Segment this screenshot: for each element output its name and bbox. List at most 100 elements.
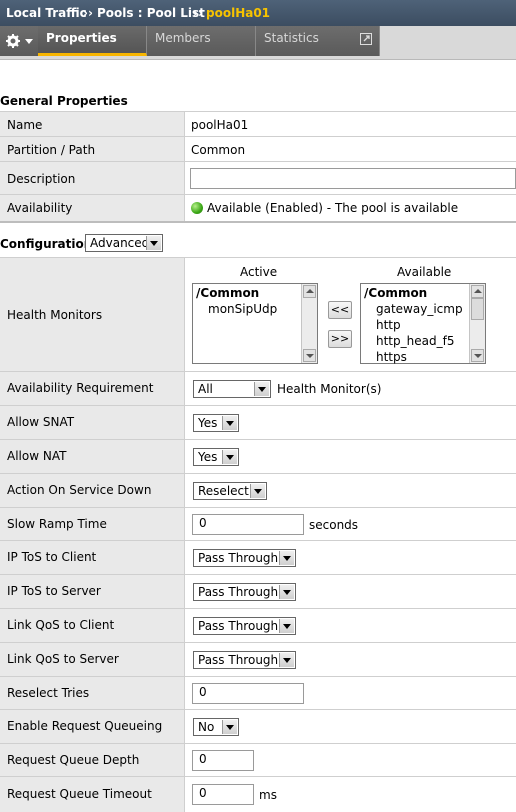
- health-monitors-label: Health Monitors: [7, 308, 103, 322]
- ip-tos-client-row: IP ToS to Client Pass Through: [0, 540, 516, 575]
- active-monitors-list[interactable]: /Common monSipUdp: [192, 283, 318, 364]
- list-item[interactable]: https: [376, 350, 407, 364]
- ip-tos-server-row: IP ToS to Server Pass Through: [0, 574, 516, 609]
- request-queue-depth-input[interactable]: 0: [192, 750, 254, 771]
- chevron-down-icon: [222, 450, 237, 464]
- ip-tos-server-select[interactable]: Pass Through: [193, 583, 296, 601]
- configuration-mode-value: Advanced: [90, 236, 150, 250]
- breadcrumb-current-pool: poolHa01: [206, 6, 271, 20]
- request-queue-timeout-label: Request Queue Timeout: [7, 787, 152, 801]
- move-left-button[interactable]: <<: [328, 301, 352, 319]
- scroll-down-icon[interactable]: [303, 349, 316, 362]
- ip-tos-client-select[interactable]: Pass Through: [193, 549, 296, 567]
- available-monitors-list[interactable]: /Common gateway_icmp http http_head_f5 h…: [360, 283, 486, 364]
- chevron-down-icon: [222, 720, 237, 734]
- allow-snat-select[interactable]: Yes: [193, 414, 239, 432]
- breadcrumb-separator: ››: [193, 6, 203, 20]
- allow-snat-value: Yes: [198, 416, 218, 430]
- health-monitors-suffix: Health Monitor(s): [277, 382, 382, 396]
- scroll-up-icon[interactable]: [303, 285, 316, 298]
- scrollbar[interactable]: [301, 284, 317, 363]
- chevron-down-icon: [279, 653, 294, 667]
- chevron-down-icon: [279, 585, 294, 599]
- description-row: Description: [0, 161, 516, 195]
- availability-row: Availability Available (Enabled) - The p…: [0, 194, 516, 223]
- available-monitors-header: Available: [397, 265, 452, 279]
- breadcrumb-local-traffic[interactable]: Local Traffic: [6, 6, 87, 20]
- pool-name-value: poolHa01: [191, 118, 249, 132]
- link-qos-client-row: Link QoS to Client Pass Through: [0, 608, 516, 643]
- availability-requirement-value: All: [198, 382, 213, 396]
- description-label: Description: [7, 172, 76, 186]
- chevron-down-icon: [222, 416, 237, 430]
- scrollbar[interactable]: [469, 284, 485, 363]
- tab-properties-label: Properties: [46, 31, 117, 45]
- list-item[interactable]: gateway_icmp: [376, 302, 463, 316]
- action-on-service-down-row: Action On Service Down Reselect: [0, 473, 516, 508]
- partition-label: Partition / Path: [7, 143, 96, 157]
- chevron-down-icon: [146, 236, 161, 250]
- gear-icon: [6, 34, 20, 48]
- slow-ramp-time-row: Slow Ramp Time 0 seconds: [0, 507, 516, 541]
- tab-statistics-label: Statistics: [264, 31, 319, 45]
- ip-tos-client-value: Pass Through: [198, 551, 279, 565]
- move-right-button[interactable]: >>: [328, 330, 352, 348]
- reselect-tries-label: Reselect Tries: [7, 686, 90, 700]
- availability-requirement-select[interactable]: All: [193, 380, 271, 398]
- tab-members[interactable]: Members: [147, 26, 256, 56]
- scroll-down-icon[interactable]: [471, 349, 484, 362]
- configuration-mode-select[interactable]: Advanced: [85, 234, 163, 252]
- request-queue-timeout-input[interactable]: 0: [192, 784, 254, 805]
- list-item[interactable]: /Common: [364, 286, 427, 300]
- name-row: Name poolHa01: [0, 111, 516, 137]
- enable-request-queueing-label: Enable Request Queueing: [7, 719, 163, 733]
- tab-statistics[interactable]: Statistics: [256, 26, 380, 56]
- allow-nat-label: Allow NAT: [7, 449, 67, 463]
- reselect-tries-input[interactable]: 0: [192, 683, 304, 704]
- ip-tos-server-label: IP ToS to Server: [7, 584, 101, 598]
- request-queue-depth-label: Request Queue Depth: [7, 753, 140, 767]
- link-qos-client-label: Link QoS to Client: [7, 618, 115, 632]
- list-item[interactable]: monSipUdp: [208, 302, 277, 316]
- action-on-service-down-label: Action On Service Down: [7, 483, 152, 497]
- availability-requirement-row: Availability Requirement All Health Moni…: [0, 371, 516, 406]
- popout-icon[interactable]: [360, 33, 372, 45]
- allow-snat-row: Allow SNAT Yes: [0, 405, 516, 440]
- tab-members-label: Members: [155, 31, 211, 45]
- link-qos-client-select[interactable]: Pass Through: [193, 617, 296, 635]
- gear-menu-button[interactable]: [0, 26, 39, 56]
- chevron-down-icon: [279, 551, 294, 565]
- chevron-down-icon: [25, 39, 33, 44]
- health-monitors-row: Health Monitors Active Available /Common…: [0, 257, 516, 372]
- request-queue-depth-row: Request Queue Depth 0: [0, 743, 516, 777]
- list-item[interactable]: http_head_f5: [376, 334, 454, 348]
- link-qos-server-select[interactable]: Pass Through: [193, 651, 296, 669]
- action-on-service-down-select[interactable]: Reselect: [193, 482, 267, 500]
- link-qos-server-row: Link QoS to Server Pass Through: [0, 642, 516, 677]
- breadcrumb-separator: ››: [83, 6, 93, 20]
- tab-properties[interactable]: Properties: [38, 26, 147, 56]
- ms-suffix: ms: [259, 788, 277, 802]
- enable-request-queueing-select[interactable]: No: [193, 718, 239, 736]
- ip-tos-server-value: Pass Through: [198, 585, 279, 599]
- allow-nat-row: Allow NAT Yes: [0, 439, 516, 474]
- action-on-service-down-value: Reselect: [198, 484, 249, 498]
- request-queue-timeout-row: Request Queue Timeout 0 ms: [0, 776, 516, 812]
- list-item[interactable]: http: [376, 318, 401, 332]
- breadcrumb-pool-list[interactable]: Pools : Pool List: [97, 6, 205, 20]
- seconds-suffix: seconds: [309, 518, 359, 532]
- scroll-up-icon[interactable]: [471, 285, 484, 298]
- link-qos-client-value: Pass Through: [198, 619, 279, 633]
- allow-nat-select[interactable]: Yes: [193, 448, 239, 466]
- general-properties-heading: General Properties: [0, 94, 128, 108]
- partition-row: Partition / Path Common: [0, 136, 516, 162]
- partition-value: Common: [191, 143, 246, 157]
- availability-requirement-label: Availability Requirement: [7, 381, 154, 395]
- description-input[interactable]: [190, 168, 516, 189]
- allow-snat-label: Allow SNAT: [7, 415, 75, 429]
- availability-status-text: Available (Enabled) - The pool is availa…: [207, 201, 459, 215]
- scroll-thumb[interactable]: [471, 298, 484, 320]
- slow-ramp-time-input[interactable]: 0: [192, 514, 304, 535]
- reselect-tries-row: Reselect Tries 0: [0, 676, 516, 710]
- list-item[interactable]: /Common: [196, 286, 259, 300]
